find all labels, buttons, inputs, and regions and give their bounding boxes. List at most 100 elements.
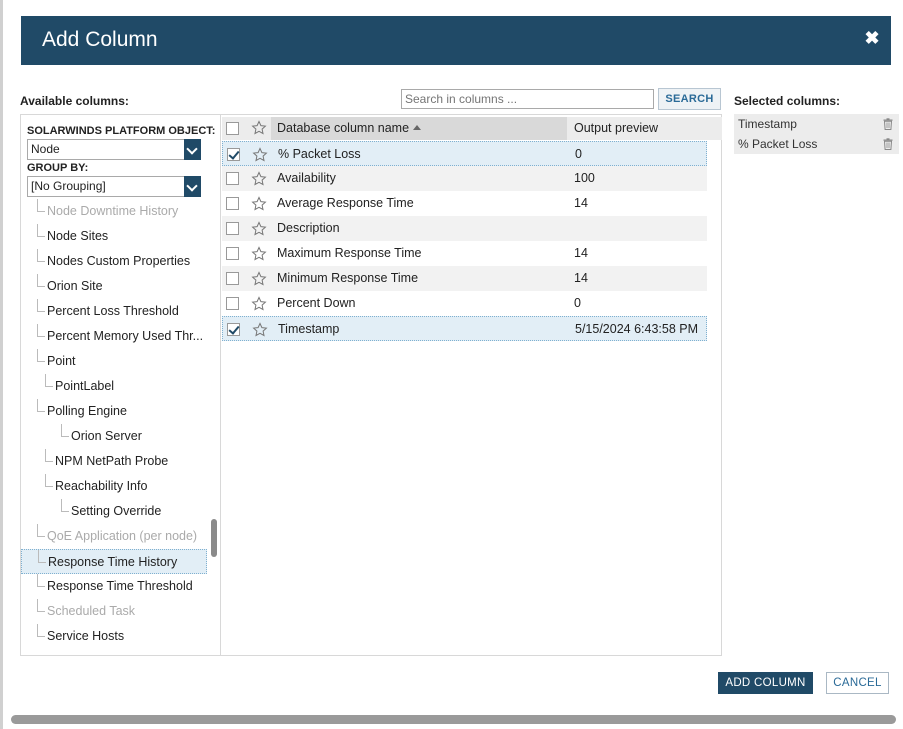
selected-column-item[interactable]: Timestamp [734,114,899,134]
output-preview-cell: 14 [574,196,588,210]
tree-connector [37,199,45,212]
tree-item[interactable]: Scheduled Task [21,599,207,624]
select-all-checkbox[interactable] [226,122,239,135]
tree-scrollbar[interactable] [208,197,220,655]
column-name-cell: Maximum Response Time [277,246,422,260]
star-icon[interactable] [251,171,267,187]
tree-item-label: Scheduled Task [47,604,136,618]
star-icon[interactable] [251,296,267,312]
row-checkbox[interactable] [226,222,239,235]
tree-item-label: Orion Site [47,279,103,293]
tree-item-label: Node Downtime History [47,204,179,218]
group-by-label: GROUP BY: [27,162,89,174]
tree-item[interactable]: Node Downtime History [21,199,207,224]
tree-item[interactable]: Node Sites [21,224,207,249]
tree-connector [37,624,45,637]
selected-column-label: % Packet Loss [738,137,818,151]
tree-connector [38,550,46,563]
group-by-value: [No Grouping] [31,179,106,193]
tree-item-label: NPM NetPath Probe [55,454,169,468]
tree-item[interactable]: Percent Memory Used Thr... [21,324,207,349]
table-row[interactable]: Timestamp 5/15/2024 6:43:58 PM [222,316,707,341]
trash-icon[interactable] [883,138,893,150]
star-icon[interactable] [251,221,267,237]
tree-connector [37,299,45,312]
table-row[interactable]: Availability 100 [222,166,707,191]
tree-connector [37,399,45,412]
star-icon[interactable] [251,120,267,136]
tree-item[interactable]: Nodes Custom Properties [21,249,207,274]
output-preview-cell: 100 [574,171,595,185]
table-row[interactable]: Minimum Response Time 14 [222,266,707,291]
column-name-cell: Minimum Response Time [277,271,419,285]
tree-connector [37,224,45,237]
selected-columns-list: Timestamp % Packet Loss [734,114,899,154]
available-columns-label: Available columns: [20,94,129,108]
table-row[interactable]: Maximum Response Time 14 [222,241,707,266]
grid-header: Database column name Output preview [222,117,722,140]
tree-item[interactable]: Polling Engine [21,399,207,424]
star-icon[interactable] [251,246,267,262]
group-by-select[interactable]: [No Grouping] [27,176,201,197]
star-icon[interactable] [252,147,268,163]
tree-item-label: Response Time Threshold [47,579,193,593]
tree-connector [45,474,53,487]
column-name-cell: % Packet Loss [278,147,361,161]
tree-item-label: Point [47,354,76,368]
row-checkbox[interactable] [227,148,240,161]
column-name-header[interactable]: Database column name [271,117,567,140]
tree-item[interactable]: Reachability Info [21,474,207,499]
tree-connector [37,599,45,612]
table-row[interactable]: % Packet Loss 0 [222,141,707,166]
output-preview-cell: 14 [574,271,588,285]
row-checkbox[interactable] [226,272,239,285]
close-icon[interactable]: ✖ [864,29,880,47]
chevron-down-icon[interactable] [184,139,201,160]
trash-icon[interactable] [883,118,893,130]
row-checkbox[interactable] [226,297,239,310]
tree-item[interactable]: QoE Application (per node) [21,524,207,549]
row-checkbox[interactable] [227,323,240,336]
tree-item[interactable]: Response Time History [21,549,207,574]
tree-item-label: Service Hosts [47,629,125,643]
row-checkbox[interactable] [226,172,239,185]
horizontal-scrollbar[interactable] [11,715,896,724]
star-icon[interactable] [251,271,267,287]
row-checkbox[interactable] [226,247,239,260]
search-input[interactable] [401,89,654,109]
star-icon[interactable] [252,322,268,338]
search-button[interactable]: SEARCH [658,88,721,110]
tree-connector [45,449,53,462]
tree-item[interactable]: PointLabel [21,374,207,399]
platform-object-select[interactable]: Node [27,139,201,160]
tree-item-label: Percent Loss Threshold [47,304,179,318]
tree-connector [37,249,45,262]
star-icon[interactable] [251,196,267,212]
tree-item[interactable]: Service Hosts [21,624,207,649]
tree-scrollbar-thumb[interactable] [211,519,217,557]
sort-ascending-icon [413,125,422,130]
selected-column-item[interactable]: % Packet Loss [734,134,899,154]
output-preview-cell: 0 [574,296,581,310]
chevron-down-icon[interactable] [184,176,201,197]
tree-item[interactable]: Response Time Threshold [21,574,207,599]
tree-item-label: Nodes Custom Properties [47,254,191,268]
columns-grid: Database column name Output preview % Pa… [222,115,722,655]
dialog-frame: Add Column ✖ Available columns: SEARCH S… [0,0,903,729]
table-row[interactable]: Description [222,216,707,241]
cancel-button[interactable]: CANCEL [826,672,889,694]
table-row[interactable]: Average Response Time 14 [222,191,707,216]
row-checkbox[interactable] [226,197,239,210]
tree-item[interactable]: Point [21,349,207,374]
tree-item[interactable]: Percent Loss Threshold [21,299,207,324]
tree-item[interactable]: Orion Site [21,274,207,299]
tree-item[interactable]: Orion Server [21,424,207,449]
tree-item-label: Percent Memory Used Thr... [47,329,204,343]
tree-item-label: Response Time History [48,555,178,569]
tree-item[interactable]: Setting Override [21,499,207,524]
tree-connector [37,349,45,362]
tree-item[interactable]: NPM NetPath Probe [21,449,207,474]
table-row[interactable]: Percent Down 0 [222,291,707,316]
add-column-button[interactable]: ADD COLUMN [718,672,813,694]
tree-connector [45,374,53,387]
